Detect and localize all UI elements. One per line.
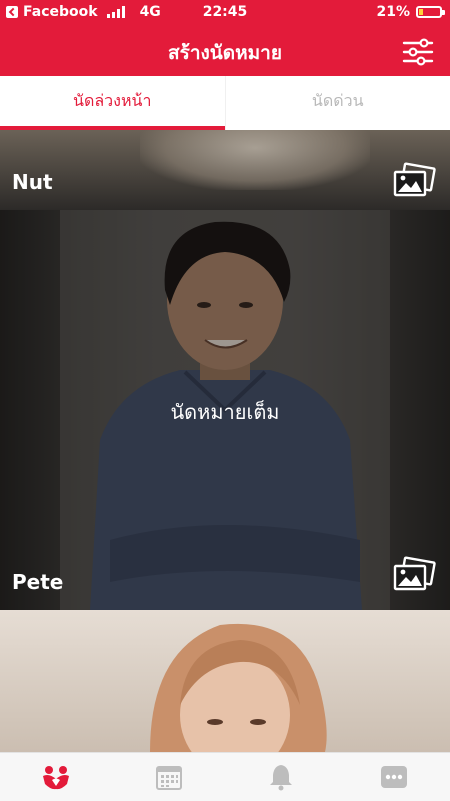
gallery-icon[interactable]	[392, 162, 436, 200]
profile-photo	[0, 610, 450, 752]
gallery-icon[interactable]	[392, 556, 436, 594]
bell-icon	[266, 762, 296, 792]
tab-urgent[interactable]: นัดด่วน	[225, 76, 450, 130]
profile-name: Pete	[12, 570, 63, 594]
battery-percent: 21%	[376, 4, 410, 20]
status-bar: Facebook 4G 22:45 21%	[0, 0, 450, 26]
nav-bar: สร้างนัดหมาย	[0, 26, 450, 76]
profile-list: Nut	[0, 130, 450, 752]
nav-notifications[interactable]	[225, 753, 338, 801]
calendar-icon	[154, 762, 184, 792]
filter-button[interactable]	[402, 38, 434, 66]
page-title: สร้างนัดหมาย	[0, 38, 450, 68]
profile-name: Nut	[12, 170, 53, 194]
sliders-icon	[402, 38, 434, 66]
profile-card[interactable]: นัดหมายเต็ม Pete	[0, 210, 450, 610]
battery-icon	[416, 6, 442, 18]
bottom-nav	[0, 752, 450, 801]
people-heart-icon	[41, 762, 71, 792]
profile-card[interactable]	[0, 610, 450, 752]
nav-calendar[interactable]	[113, 753, 226, 801]
tab-bar: นัดล่วงหน้า นัดด่วน	[0, 76, 450, 130]
tab-advance[interactable]: นัดล่วงหน้า	[0, 76, 225, 130]
more-icon	[379, 762, 409, 792]
nav-more[interactable]	[338, 753, 450, 801]
fully-booked-label: นัดหมายเต็ม	[0, 396, 450, 428]
nav-home[interactable]	[0, 753, 113, 801]
profile-card[interactable]: Nut	[0, 130, 450, 210]
